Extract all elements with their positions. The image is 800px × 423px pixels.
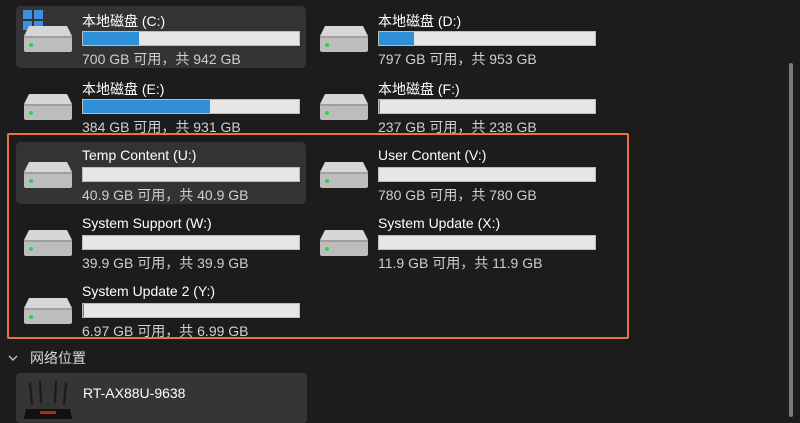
drive-tile-e[interactable]: 本地磁盘 (E:) 384 GB 可用，共 931 GB — [16, 74, 306, 136]
hard-drive-icon — [24, 94, 72, 120]
usage-bar — [378, 31, 596, 46]
usage-bar — [82, 31, 300, 46]
usage-fill — [379, 32, 415, 45]
drive-space: 700 GB 可用，共 942 GB — [82, 51, 241, 67]
vertical-scrollbar[interactable] — [789, 63, 793, 417]
chevron-down-icon — [8, 355, 18, 361]
drive-name: 本地磁盘 (E:) — [82, 81, 165, 97]
drive-name: 本地磁盘 (C:) — [82, 13, 166, 29]
usage-bar — [378, 99, 596, 114]
drive-tile-d[interactable]: 本地磁盘 (D:) 797 GB 可用，共 953 GB — [312, 6, 602, 68]
usage-bar — [82, 99, 300, 114]
hard-drive-icon — [24, 26, 72, 52]
router-icon — [24, 380, 72, 419]
hard-drive-icon — [320, 26, 368, 52]
network-locations-header[interactable]: 网络位置 — [6, 348, 86, 368]
usage-fill — [83, 100, 210, 113]
section-label: 网络位置 — [30, 350, 86, 366]
usage-fill — [83, 32, 139, 45]
drive-tile-c[interactable]: 本地磁盘 (C:) 700 GB 可用，共 942 GB — [16, 6, 306, 68]
drive-tile-f[interactable]: 本地磁盘 (F:) 237 GB 可用，共 238 GB — [312, 74, 602, 136]
drive-name: 本地磁盘 (D:) — [378, 13, 462, 29]
hard-drive-icon — [320, 94, 368, 120]
network-item-name: RT-AX88U-9638 — [83, 385, 186, 401]
usage-fill — [379, 100, 380, 113]
network-item-router[interactable]: RT-AX88U-9638 — [16, 373, 307, 423]
drive-space: 797 GB 可用，共 953 GB — [378, 51, 537, 67]
selection-highlight-box — [7, 133, 629, 339]
drive-name: 本地磁盘 (F:) — [378, 81, 460, 97]
